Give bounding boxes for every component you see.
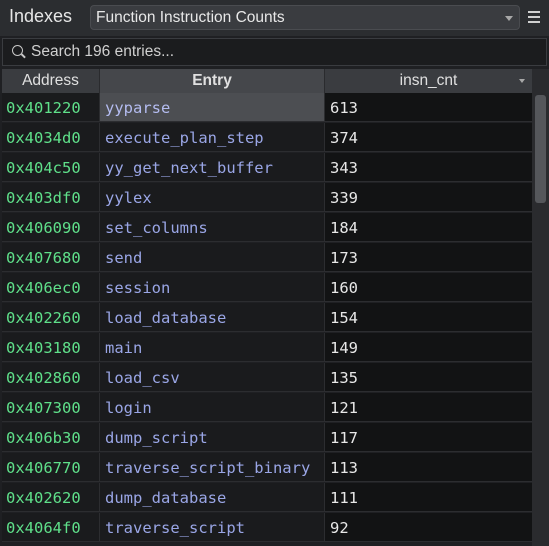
column-header-address[interactable]: Address	[2, 69, 100, 93]
column-header-insn-cnt[interactable]: insn_cnt	[325, 69, 532, 93]
insn-cnt-cell[interactable]: 613	[325, 93, 532, 122]
indexes-panel: Indexes Function Instruction Counts Addr…	[0, 0, 549, 546]
search-input[interactable]	[31, 43, 431, 61]
address-cell[interactable]: 0x402860	[2, 363, 100, 392]
entries-table: Address Entry insn_cnt 0x401220 yyparse 61…	[2, 69, 532, 546]
column-header-insn-cnt-label: insn_cnt	[399, 72, 458, 89]
entry-cell[interactable]: yylex	[100, 183, 325, 212]
index-selector-dropdown[interactable]: Function Instruction Counts	[90, 5, 520, 30]
entry-cell[interactable]: load_database	[100, 303, 325, 332]
address-cell[interactable]: 0x406090	[2, 213, 100, 242]
search-bar	[2, 38, 547, 66]
entry-cell[interactable]: dump_database	[100, 483, 325, 512]
column-header-entry[interactable]: Entry	[100, 69, 325, 93]
table-row[interactable]: 0x401220 yyparse 613	[2, 93, 532, 123]
address-cell[interactable]: 0x4034d0	[2, 123, 100, 152]
table-header: Address Entry insn_cnt	[2, 69, 532, 93]
chevron-down-icon	[505, 16, 513, 21]
table-row[interactable]: 0x406770 traverse_script_binary 113	[2, 453, 532, 483]
insn-cnt-cell[interactable]: 154	[325, 303, 532, 332]
address-cell[interactable]: 0x403180	[2, 333, 100, 362]
table-row[interactable]: 0x403df0 yylex 339	[2, 183, 532, 213]
entry-cell[interactable]: traverse_script	[100, 513, 325, 542]
address-cell[interactable]: 0x401220	[2, 93, 100, 122]
insn-cnt-cell[interactable]: 184	[325, 213, 532, 242]
insn-cnt-cell[interactable]: 343	[325, 153, 532, 182]
entry-cell[interactable]: main	[100, 333, 325, 362]
entry-cell[interactable]: dump_script	[100, 423, 325, 452]
panel-header: Indexes Function Instruction Counts	[0, 0, 549, 36]
table-row[interactable]: 0x407300 login 121	[2, 393, 532, 423]
table-row[interactable]: 0x407680 send 173	[2, 243, 532, 273]
entry-cell[interactable]: traverse_script_binary	[100, 453, 325, 482]
address-cell[interactable]: 0x406770	[2, 453, 100, 482]
address-cell[interactable]: 0x402260	[2, 303, 100, 332]
address-cell[interactable]: 0x404c50	[2, 153, 100, 182]
panel-title: Indexes	[9, 6, 73, 26]
entry-cell[interactable]: set_columns	[100, 213, 325, 242]
insn-cnt-cell[interactable]: 121	[325, 393, 532, 422]
vertical-scrollbar[interactable]	[532, 69, 549, 546]
address-cell[interactable]: 0x4064f0	[2, 513, 100, 542]
table-row[interactable]: 0x403180 main 149	[2, 333, 532, 363]
search-icon	[12, 45, 23, 56]
insn-cnt-cell[interactable]: 117	[325, 423, 532, 452]
table-row[interactable]: 0x402260 load_database 154	[2, 303, 532, 333]
insn-cnt-cell[interactable]: 173	[325, 243, 532, 272]
insn-cnt-cell[interactable]: 149	[325, 333, 532, 362]
insn-cnt-cell[interactable]: 111	[325, 483, 532, 512]
insn-cnt-cell[interactable]: 374	[325, 123, 532, 152]
sort-descending-icon	[519, 79, 525, 83]
entry-cell[interactable]: yyparse	[100, 93, 325, 122]
table-row[interactable]: 0x406b30 dump_script 117	[2, 423, 532, 453]
address-cell[interactable]: 0x403df0	[2, 183, 100, 212]
table-row[interactable]: 0x406090 set_columns 184	[2, 213, 532, 243]
entry-cell[interactable]: yy_get_next_buffer	[100, 153, 325, 182]
address-cell[interactable]: 0x407300	[2, 393, 100, 422]
insn-cnt-cell[interactable]: 135	[325, 363, 532, 392]
index-selector-value: Function Instruction Counts	[96, 9, 285, 26]
table-row[interactable]: 0x406ec0 session 160	[2, 273, 532, 303]
insn-cnt-cell[interactable]: 160	[325, 273, 532, 302]
table-row[interactable]: 0x404c50 yy_get_next_buffer 343	[2, 153, 532, 183]
entry-cell[interactable]: load_csv	[100, 363, 325, 392]
table-row[interactable]: 0x402860 load_csv 135	[2, 363, 532, 393]
table-row[interactable]: 0x4064f0 traverse_script 92	[2, 513, 532, 543]
address-cell[interactable]: 0x406b30	[2, 423, 100, 452]
insn-cnt-cell[interactable]: 339	[325, 183, 532, 212]
entry-cell[interactable]: login	[100, 393, 325, 422]
entry-cell[interactable]: execute_plan_step	[100, 123, 325, 152]
hamburger-menu-icon[interactable]	[528, 11, 540, 23]
insn-cnt-cell[interactable]: 92	[325, 513, 532, 542]
entry-cell[interactable]: send	[100, 243, 325, 272]
scrollbar-thumb[interactable]	[535, 95, 546, 203]
table-row[interactable]: 0x4034d0 execute_plan_step 374	[2, 123, 532, 153]
table-row[interactable]: 0x402620 dump_database 111	[2, 483, 532, 513]
address-cell[interactable]: 0x402620	[2, 483, 100, 512]
insn-cnt-cell[interactable]: 113	[325, 453, 532, 482]
address-cell[interactable]: 0x407680	[2, 243, 100, 272]
entry-cell[interactable]: session	[100, 273, 325, 302]
address-cell[interactable]: 0x406ec0	[2, 273, 100, 302]
